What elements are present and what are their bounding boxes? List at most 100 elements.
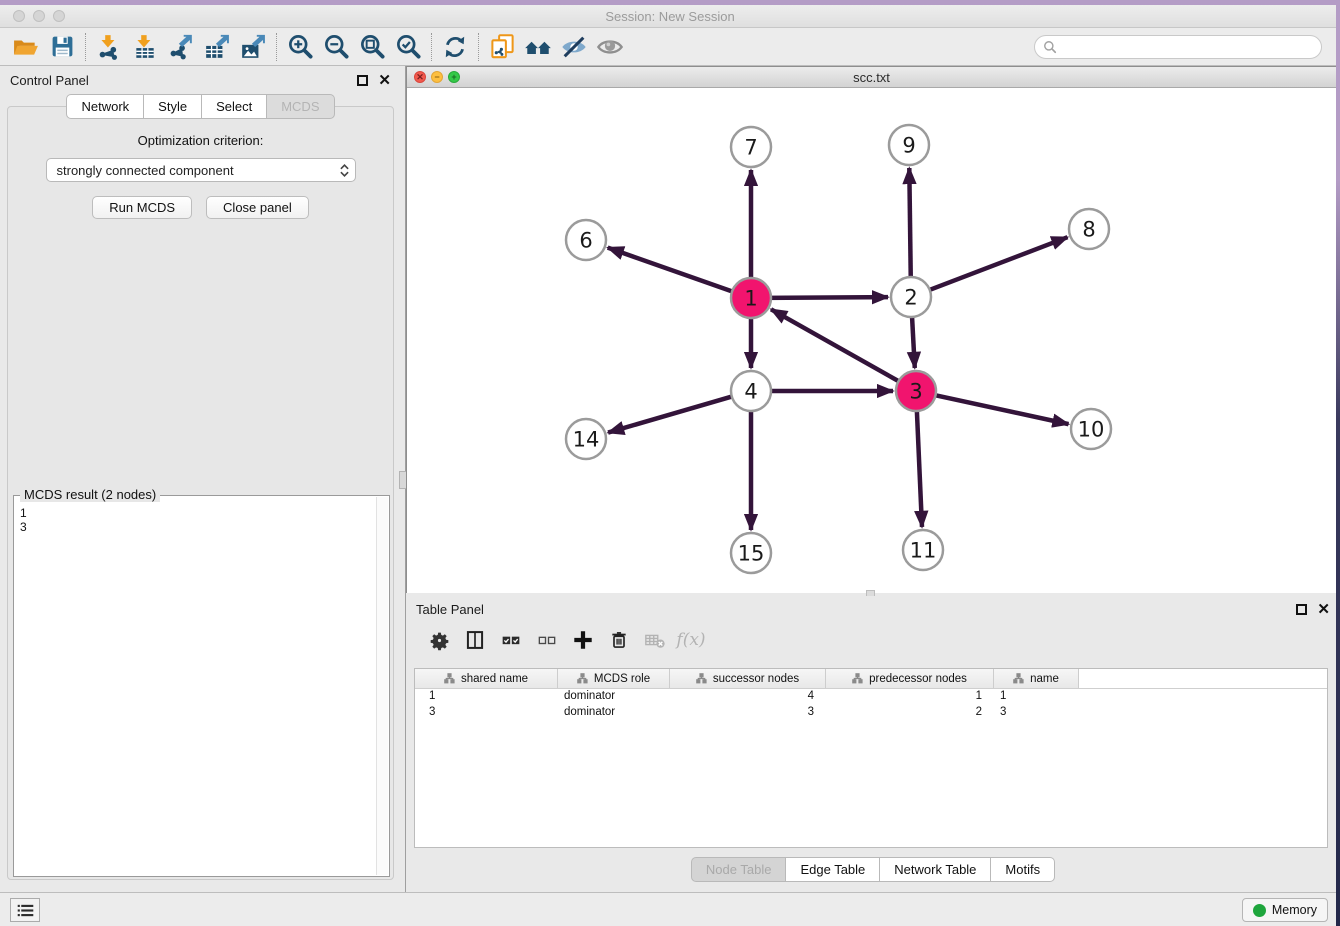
- export-network-icon: [168, 34, 194, 60]
- show-all-button[interactable]: [592, 31, 628, 63]
- desktop-edge-top: [0, 0, 1340, 5]
- node-label-10: 10: [1078, 417, 1105, 441]
- zoom-in-button[interactable]: [282, 31, 318, 63]
- close-window-button[interactable]: [13, 10, 25, 22]
- tab-select[interactable]: Select: [202, 94, 267, 119]
- window-title: Session: New Session: [0, 9, 1340, 24]
- network-graph[interactable]: 1234678910111415: [407, 89, 1336, 593]
- hide-selected-button[interactable]: [556, 31, 592, 63]
- criterion-select[interactable]: strongly connected component: [46, 158, 356, 182]
- edge-1-2[interactable]: [767, 297, 888, 298]
- table-cell[interactable]: 3: [994, 705, 1079, 721]
- mcds-result-text[interactable]: 1 3: [20, 506, 375, 874]
- function-builder-button[interactable]: f(x): [676, 626, 706, 654]
- node-label-14: 14: [573, 427, 600, 451]
- edge-3-10[interactable]: [932, 394, 1069, 424]
- table-cell[interactable]: 1: [826, 689, 994, 705]
- desktop-edge-right: [1336, 0, 1340, 926]
- table-cell[interactable]: 1: [994, 689, 1079, 705]
- criterion-value: strongly connected component: [57, 163, 234, 178]
- column-header-shared-name[interactable]: shared name: [415, 669, 558, 688]
- table-cell[interactable]: 2: [826, 705, 994, 721]
- table-row[interactable]: 3dominator323: [415, 705, 1327, 721]
- tab-node-table[interactable]: Node Table: [691, 857, 787, 882]
- import-network-button[interactable]: [91, 31, 127, 63]
- select-all-columns-button[interactable]: [496, 626, 526, 654]
- export-network-button[interactable]: [163, 31, 199, 63]
- export-table-icon: [204, 34, 230, 60]
- tab-style[interactable]: Style: [144, 94, 202, 119]
- table-settings-gear-icon: [429, 630, 450, 651]
- minimize-window-button[interactable]: [33, 10, 45, 22]
- edge-1-6[interactable]: [608, 248, 736, 293]
- clone-network-button[interactable]: [484, 31, 520, 63]
- table-cell[interactable]: 3: [670, 705, 826, 721]
- table-cell[interactable]: 4: [670, 689, 826, 705]
- edge-3-11[interactable]: [917, 407, 922, 527]
- layout-refresh-button[interactable]: [437, 31, 473, 63]
- delete-table-button[interactable]: [640, 626, 670, 654]
- search-field[interactable]: [1034, 35, 1322, 59]
- open-file-button[interactable]: [8, 31, 44, 63]
- result-scrollbar[interactable]: [376, 497, 388, 875]
- tab-network-table[interactable]: Network Table: [880, 857, 991, 882]
- node-label-2: 2: [904, 285, 917, 309]
- close-panel-icon[interactable]: ✕: [378, 75, 391, 86]
- tab-network[interactable]: Network: [66, 94, 144, 119]
- export-image-button[interactable]: [235, 31, 271, 63]
- table-settings-button[interactable]: [424, 626, 454, 654]
- zoom-selected-button[interactable]: [390, 31, 426, 63]
- toolbar-separator: [276, 33, 277, 61]
- tab-motifs[interactable]: Motifs: [991, 857, 1055, 882]
- node-label-1: 1: [744, 286, 757, 310]
- show-column-icon: [465, 630, 485, 650]
- unselect-all-columns-button[interactable]: [532, 626, 562, 654]
- tab-edge-table[interactable]: Edge Table: [786, 857, 880, 882]
- table-cell[interactable]: dominator: [558, 689, 670, 705]
- network-close-button[interactable]: ✕: [414, 71, 426, 83]
- memory-status-icon: [1253, 904, 1266, 917]
- table-row[interactable]: 1dominator411: [415, 689, 1327, 705]
- maximize-window-button[interactable]: [53, 10, 65, 22]
- table-cell[interactable]: 3: [415, 705, 558, 721]
- add-column-icon: [572, 629, 594, 651]
- delete-column-button[interactable]: [604, 626, 634, 654]
- save-session-button[interactable]: [44, 31, 80, 63]
- network-canvas[interactable]: 1234678910111415: [407, 89, 1336, 593]
- column-header-predecessor-nodes[interactable]: predecessor nodes: [826, 669, 994, 688]
- close-panel-button[interactable]: Close panel: [206, 196, 309, 219]
- import-table-button[interactable]: [127, 31, 163, 63]
- mcds-panel: Optimization criterion: strongly connect…: [7, 106, 394, 880]
- network-minimize-button[interactable]: −: [431, 71, 443, 83]
- edge-2-9[interactable]: [909, 168, 910, 281]
- task-history-button[interactable]: [10, 898, 40, 922]
- table-cell[interactable]: dominator: [558, 705, 670, 721]
- edge-2-3[interactable]: [912, 313, 915, 368]
- edge-2-8[interactable]: [926, 237, 1068, 291]
- node-label-11: 11: [910, 538, 937, 562]
- column-header-MCDS-role[interactable]: MCDS role: [558, 669, 670, 688]
- zoom-fit-button[interactable]: [354, 31, 390, 63]
- memory-button[interactable]: Memory: [1242, 898, 1328, 922]
- zoom-out-button[interactable]: [318, 31, 354, 63]
- search-input[interactable]: [1062, 40, 1313, 54]
- add-column-button[interactable]: [568, 626, 598, 654]
- run-mcds-button[interactable]: Run MCDS: [92, 196, 192, 219]
- column-header-successor-nodes[interactable]: successor nodes: [670, 669, 826, 688]
- close-panel-icon[interactable]: ✕: [1317, 604, 1330, 615]
- edge-3-1[interactable]: [771, 309, 902, 383]
- toolbar-separator: [431, 33, 432, 61]
- show-column-button[interactable]: [460, 626, 490, 654]
- column-header-name[interactable]: name: [994, 669, 1079, 688]
- edge-4-14[interactable]: [608, 395, 736, 432]
- node-table[interactable]: shared nameMCDS rolesuccessor nodesprede…: [414, 668, 1328, 848]
- network-zoom-button[interactable]: +: [448, 71, 460, 83]
- tab-mcds[interactable]: MCDS: [267, 94, 334, 119]
- float-panel-icon[interactable]: [357, 75, 368, 86]
- export-table-button[interactable]: [199, 31, 235, 63]
- table-cell[interactable]: 1: [415, 689, 558, 705]
- first-neighbors-button[interactable]: [520, 31, 556, 63]
- hide-selected-icon: [560, 33, 588, 61]
- layout-refresh-icon: [442, 34, 468, 60]
- float-panel-icon[interactable]: [1296, 604, 1307, 615]
